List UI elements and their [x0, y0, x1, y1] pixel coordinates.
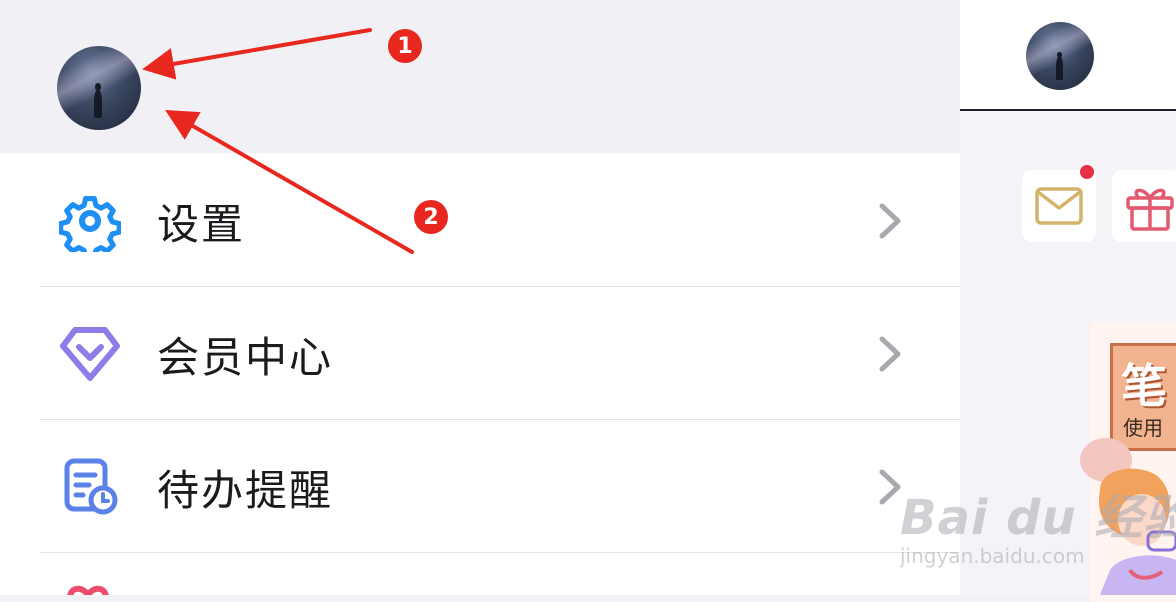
- annotation-badge-2: 2: [414, 200, 448, 234]
- menu-item-label: 设置: [157, 199, 246, 249]
- mail-icon: [1034, 186, 1084, 230]
- drawer-header: [0, 0, 960, 153]
- divider: [40, 419, 960, 420]
- menu-item-settings[interactable]: 设置: [0, 155, 960, 287]
- chevron-right-icon: [876, 467, 906, 507]
- divider: [40, 552, 960, 553]
- user-avatar-small[interactable]: [1026, 22, 1094, 90]
- gift-button[interactable]: [1112, 170, 1176, 242]
- chevron-right-icon: [876, 201, 906, 241]
- menu-item-member-center[interactable]: 会员中心: [0, 288, 960, 420]
- side-drawer: 设置 会员中心 待办提醒: [0, 0, 960, 595]
- menu-item-label: 待办提醒: [157, 465, 334, 515]
- banner-title: 笔: [1121, 359, 1167, 413]
- user-avatar[interactable]: [57, 46, 141, 130]
- menu-item-label: 会员中心: [157, 332, 334, 382]
- divider: [40, 286, 960, 287]
- promo-illustration: [1080, 438, 1176, 595]
- diamond-icon: [58, 322, 122, 386]
- annotation-badge-1: 1: [388, 29, 422, 63]
- todo-list-icon: [58, 455, 122, 519]
- mail-button[interactable]: [1022, 165, 1096, 242]
- home-header: [960, 0, 1176, 111]
- gear-icon: [58, 189, 122, 253]
- notification-dot: [1080, 165, 1094, 179]
- heart-icon: [62, 584, 122, 595]
- menu-item-todo-reminder[interactable]: 待办提醒: [0, 421, 960, 553]
- gift-icon: [1124, 182, 1176, 236]
- chevron-right-icon: [876, 334, 906, 374]
